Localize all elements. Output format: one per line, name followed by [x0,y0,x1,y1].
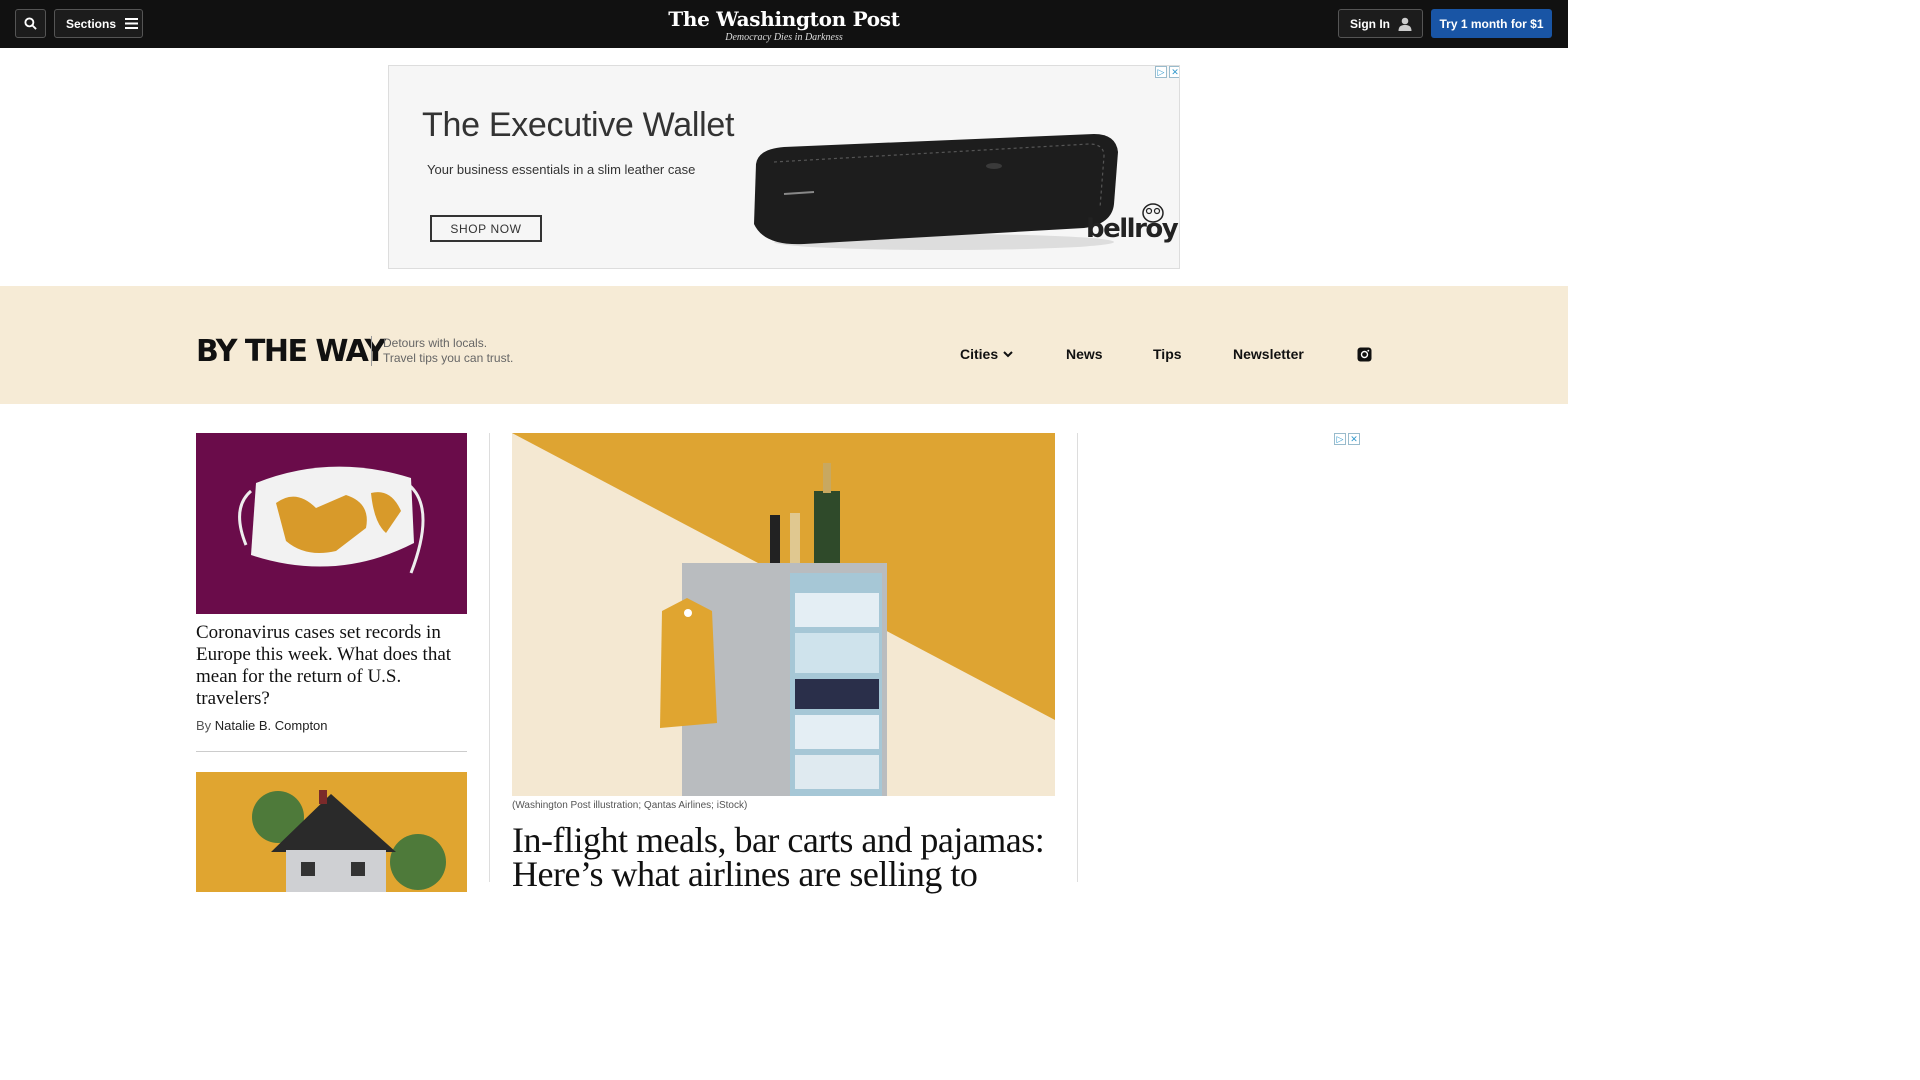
tagline-line-1: Detours with locals. [383,336,488,350]
nav-tips[interactable]: Tips [1153,346,1182,362]
mask-illustration [238,466,425,574]
ad-brand-logo: bellroy [1086,214,1179,244]
main-story-headline[interactable]: In-flight meals, bar carts and pajamas: … [512,822,1055,892]
subscribe-button[interactable]: Try 1 month for $1 [1431,9,1552,38]
section-tagline: Detours with locals. Travel tips you can… [383,336,513,366]
washington-post-logo[interactable]: The Washington Post [0,7,1568,31]
right-sidebar-ad[interactable]: ▷ ✕ [1118,433,1360,882]
left-story-byline: By Natalie B. Compton [196,718,467,733]
left-story-column: Coronavirus cases set records in Europe … [196,433,467,892]
story-divider [196,751,467,752]
masthead[interactable]: The Washington Post Democracy Dies in Da… [0,7,1568,43]
cart-illustration [512,433,1055,796]
house-image[interactable] [196,772,467,892]
ad-close-icon[interactable]: ✕ [1169,66,1179,78]
sidebar-ad-info-icon[interactable]: ▷ [1334,433,1346,445]
left-story-headline[interactable]: Coronavirus cases set records in Europe … [196,622,467,710]
instagram-icon[interactable] [1357,347,1372,362]
main-story-column: (Washington Post illustration; Qantas Ai… [512,433,1055,892]
nav-cities[interactable]: Cities [960,346,1013,362]
tagline-line-2: Travel tips you can trust. [383,351,514,365]
column-divider-left [489,433,490,882]
logo-divider [371,336,372,366]
ad-subtitle: Your business essentials in a slim leath… [427,162,696,177]
sidebar-ad-close-icon[interactable]: ✕ [1348,433,1360,445]
chevron-down-icon [1003,350,1013,357]
nav-cities-label: Cities [960,346,999,362]
house-illustration [252,790,446,892]
top-nav-bar: Sections The Washington Post Democracy D… [0,0,1568,48]
top-banner-ad[interactable]: ▷ ✕ The Executive Wallet Your business e… [388,65,1180,269]
byline-prefix: By [196,718,212,733]
nav-news[interactable]: News [1066,346,1103,362]
author-link[interactable]: Natalie B. Compton [215,718,328,733]
ad-choices[interactable]: ▷ ✕ [1155,66,1179,78]
user-icon [1398,17,1412,31]
masthead-tagline: Democracy Dies in Darkness [725,32,843,43]
sidebar-ad-choices[interactable]: ▷ ✕ [1334,433,1360,445]
europe-mask-image[interactable] [196,433,467,614]
sign-in-label: Sign In [1350,16,1390,31]
airline-cart-image[interactable] [512,433,1055,796]
by-the-way-logo[interactable]: BY THE WAY [196,334,386,369]
column-divider-right [1077,433,1078,882]
nav-newsletter[interactable]: Newsletter [1233,346,1304,362]
ad-info-icon[interactable]: ▷ [1155,66,1167,78]
image-caption: (Washington Post illustration; Qantas Ai… [512,800,748,811]
sign-in-button[interactable]: Sign In [1338,9,1423,38]
ad-title: The Executive Wallet [422,106,735,144]
section-header: BY THE WAY Detours with locals. Travel t… [0,286,1568,404]
shop-now-button[interactable]: SHOP NOW [430,215,542,242]
wallet-image [754,134,1118,250]
